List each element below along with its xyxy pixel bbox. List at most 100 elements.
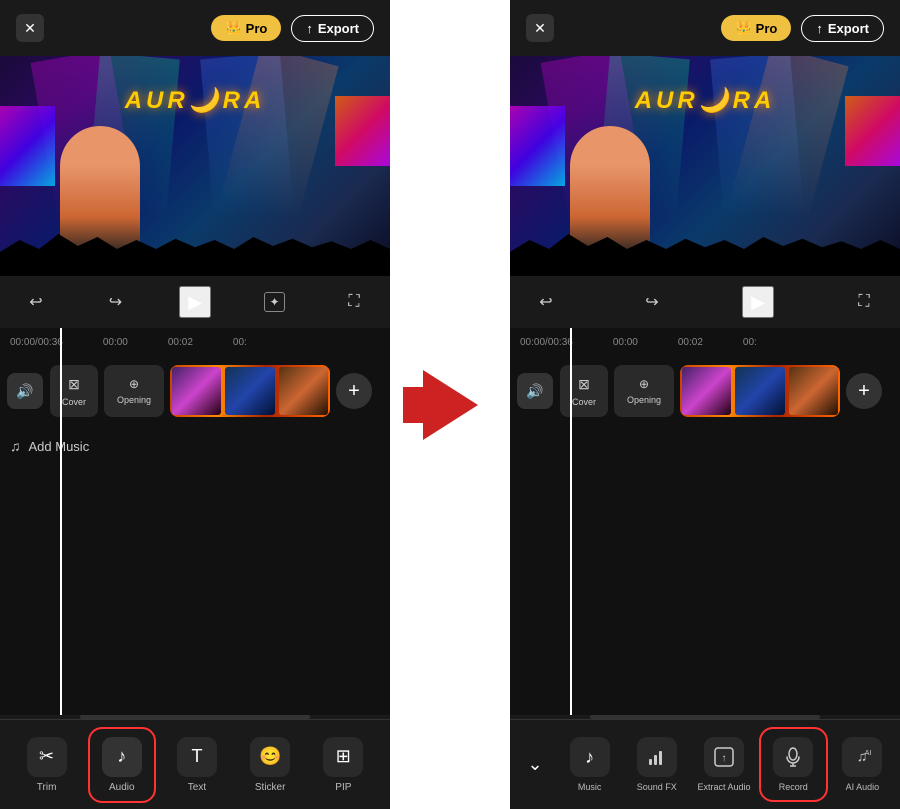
left-trim-label: Trim — [37, 782, 57, 793]
left-aurora-text: AUR🌙RA — [125, 86, 266, 115]
right-extract-audio-label: Extract Audio — [697, 782, 750, 792]
right-submenu-ai-audio[interactable]: ♫ AI AI Audio — [830, 729, 895, 800]
right-arrow-icon — [423, 370, 478, 440]
left-add-icon: + — [348, 380, 360, 403]
right-undo-icon: ↩ — [539, 292, 552, 312]
left-crown-icon: 👑 — [225, 20, 241, 36]
left-tool-trim[interactable]: ✂ Trim — [15, 729, 79, 801]
right-cover-label: Cover — [572, 397, 596, 407]
left-timeline-ruler: 00:00/00:36 00:00 00:02 00: — [0, 328, 390, 356]
left-magic-button[interactable]: ✦ — [259, 286, 291, 318]
right-submenu-record[interactable]: Record — [759, 727, 828, 802]
left-cover-label: Cover — [62, 397, 86, 407]
right-volume-icon-container: 🔊 — [510, 373, 560, 409]
right-back-icon: ⌄ — [527, 754, 542, 775]
left-music-note-icon: ♫ — [10, 438, 21, 454]
right-pro-button[interactable]: 👑 Pro — [721, 15, 791, 41]
right-submenu-back-button[interactable]: ⌄ — [515, 754, 555, 775]
left-stage-screen-right — [335, 96, 390, 166]
left-panel: ✕ 👑 Pro ↑ Export — [0, 0, 390, 809]
left-play-icon: ▶ — [188, 292, 202, 313]
left-playhead-track — [60, 356, 62, 715]
left-opening-button[interactable]: ⊕ Opening — [104, 365, 164, 417]
right-marker-0: 00:00 — [613, 337, 638, 348]
right-panel: ✕ 👑 Pro ↑ Export — [510, 0, 900, 809]
right-header-right: 👑 Pro ↑ Export — [721, 15, 884, 42]
left-redo-button[interactable]: ↪ — [100, 286, 132, 318]
left-tool-audio[interactable]: ♪ Audio — [88, 727, 156, 803]
right-sound-fx-label: Sound FX — [637, 782, 677, 792]
right-timeline-ruler: 00:00/00:36 00:00 00:02 00: — [510, 328, 900, 356]
left-pro-button[interactable]: 👑 Pro — [211, 15, 281, 41]
right-clip-strip[interactable] — [680, 365, 840, 417]
right-submenu-sound-fx[interactable]: Sound FX — [624, 729, 689, 800]
left-sticker-icon: 😊 — [250, 737, 290, 777]
left-text-label: Text — [188, 782, 206, 793]
left-tool-sticker[interactable]: 😊 Sticker — [238, 729, 302, 801]
right-crown-icon: 👑 — [735, 20, 751, 36]
right-music-label: Music — [578, 782, 602, 792]
right-redo-icon: ↪ — [645, 292, 658, 312]
svg-text:AI: AI — [865, 750, 872, 757]
left-timeline-area: 🔊 ⊠ Cover ⊕ Opening — [0, 356, 390, 715]
right-play-button[interactable]: ▶ — [742, 286, 774, 318]
left-tool-pip[interactable]: ⊞ PIP — [311, 729, 375, 801]
right-fullscreen-button[interactable]: ⛶ — [848, 286, 880, 318]
left-header: ✕ 👑 Pro ↑ Export — [0, 0, 390, 56]
right-opening-icon: ⊕ — [639, 377, 649, 391]
left-video-track: 🔊 ⊠ Cover ⊕ Opening — [0, 356, 390, 426]
right-volume-button[interactable]: 🔊 — [517, 373, 553, 409]
left-text-icon: T — [177, 737, 217, 777]
left-redo-icon: ↪ — [109, 292, 122, 312]
left-magic-icon: ✦ — [264, 292, 284, 312]
left-clip-strip[interactable] — [170, 365, 330, 417]
right-header: ✕ 👑 Pro ↑ Export — [510, 0, 900, 56]
right-cover-button[interactable]: ⊠ Cover — [560, 365, 608, 417]
right-time-current: 00:00/00:36 — [520, 337, 573, 348]
right-aurora-text: AUR🌙RA — [635, 86, 776, 115]
right-cover-icon: ⊠ — [578, 376, 590, 393]
left-pip-icon: ⊞ — [323, 737, 363, 777]
left-cover-button[interactable]: ⊠ Cover — [50, 365, 98, 417]
left-video-preview: AUR🌙RA — [0, 56, 390, 276]
left-sticker-label: Sticker — [255, 782, 286, 793]
left-pip-label: PIP — [335, 782, 351, 793]
left-fullscreen-button[interactable]: ⛶ — [338, 286, 370, 318]
left-play-button[interactable]: ▶ — [179, 286, 211, 318]
right-submenu-music[interactable]: ♪ Music — [557, 729, 622, 800]
right-play-icon: ▶ — [751, 292, 765, 313]
left-undo-button[interactable]: ↩ — [20, 286, 52, 318]
left-time-current: 00:00/00:36 — [10, 337, 63, 348]
right-close-button[interactable]: ✕ — [526, 14, 554, 42]
right-export-button[interactable]: ↑ Export — [801, 15, 884, 42]
left-trim-icon: ✂ — [27, 737, 67, 777]
left-export-button[interactable]: ↑ Export — [291, 15, 374, 42]
right-add-clip-button[interactable]: + — [846, 373, 882, 409]
left-opening-icon: ⊕ — [129, 377, 139, 391]
left-volume-icon-container: 🔊 — [0, 373, 50, 409]
left-tool-text[interactable]: T Text — [165, 729, 229, 801]
left-bottom-toolbar: ✂ Trim ♪ Audio T Text 😊 Sticker ⊞ PIP — [0, 719, 390, 809]
arrow-container — [390, 370, 510, 440]
right-ai-audio-icon: ♫ AI — [842, 737, 882, 777]
right-video-track: 🔊 ⊠ Cover ⊕ Opening — [510, 356, 900, 426]
left-volume-button[interactable]: 🔊 — [7, 373, 43, 409]
right-stage-screen-left — [510, 106, 565, 186]
right-opening-label: Opening — [627, 395, 661, 405]
right-timeline-area: 🔊 ⊠ Cover ⊕ Opening — [510, 356, 900, 715]
right-opening-button[interactable]: ⊕ Opening — [614, 365, 674, 417]
left-add-clip-button[interactable]: + — [336, 373, 372, 409]
left-add-music-button[interactable]: ♫ Add Music — [10, 438, 89, 454]
right-marker-2: 00: — [743, 337, 757, 348]
right-video-preview: AUR🌙RA — [510, 56, 900, 276]
right-stage-screen-right — [845, 96, 900, 166]
right-submenu-extract-audio[interactable]: ↑ Extract Audio — [691, 729, 756, 800]
left-audio-icon: ♪ — [102, 737, 142, 777]
left-close-button[interactable]: ✕ — [16, 14, 44, 42]
left-undo-icon: ↩ — [29, 292, 42, 312]
main-container: ✕ 👑 Pro ↑ Export — [0, 0, 900, 809]
right-extract-audio-icon: ↑ — [704, 737, 744, 777]
right-undo-button[interactable]: ↩ — [530, 286, 562, 318]
right-redo-button[interactable]: ↪ — [636, 286, 668, 318]
left-track-clips: ⊠ Cover ⊕ Opening — [50, 365, 390, 417]
